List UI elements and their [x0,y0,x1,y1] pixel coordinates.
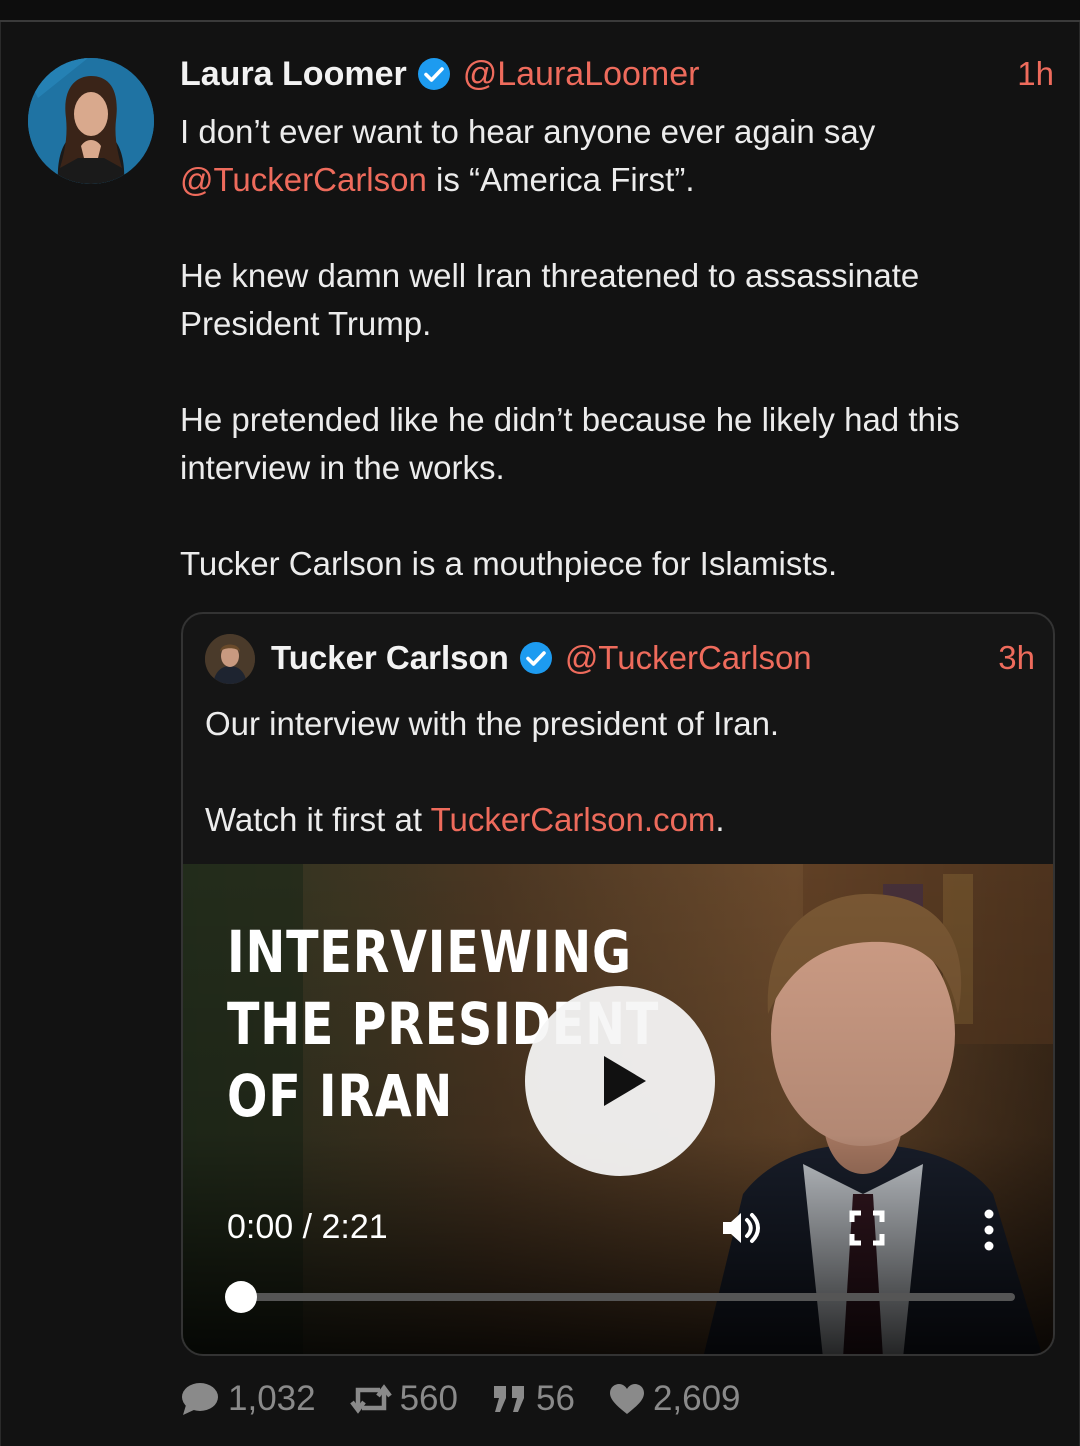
quoted-author-handle[interactable]: @TuckerCarlson [565,639,812,677]
play-button[interactable] [525,986,715,1176]
repost-icon [349,1384,392,1414]
mention-link[interactable]: @TuckerCarlson [180,161,427,198]
like-stat[interactable]: 2,609 [609,1379,741,1419]
quoted-author-avatar[interactable] [205,634,255,684]
quoted-post-time[interactable]: 3h [998,639,1035,677]
volume-icon[interactable] [719,1206,763,1250]
post-text-line: I don’t ever want to hear anyone ever ag… [180,113,876,150]
quoted-paragraph-2: Watch it first at TuckerCarlson.com. [205,796,1035,844]
quoted-paragraph-1: Our interview with the president of Iran… [205,705,780,742]
quoted-post-header: Tucker Carlson @TuckerCarlson 3h [271,636,1035,680]
post-paragraph-2: He knew damn well Iran threatened to ass… [180,257,920,342]
post-paragraph-4: Tucker Carlson is a mouthpiece for Islam… [180,545,838,582]
author-avatar[interactable] [28,58,154,184]
verified-check-icon [417,57,451,91]
quote-icon [494,1386,524,1412]
heart-icon [609,1384,644,1414]
quote-count: 56 [536,1379,575,1418]
video-progress-bar[interactable] [241,1293,1015,1301]
like-count: 2,609 [652,1379,741,1418]
video-title-line: INTERVIEWING [227,918,632,986]
post-header: Laura Loomer @LauraLoomer 1h [180,52,1054,96]
author-name[interactable]: Laura Loomer [180,55,407,94]
repost-stat[interactable]: 560 [349,1379,458,1419]
quote-stat[interactable]: 56 [492,1379,575,1419]
post-paragraph-3: He pretended like he didn’t because he l… [180,401,960,486]
reply-count: 1,032 [228,1379,316,1418]
more-vertical-icon[interactable] [979,1208,999,1252]
post-time[interactable]: 1h [1017,55,1054,93]
video-progress-knob[interactable] [225,1281,257,1313]
quoted-text: . [715,801,725,838]
quoted-text: Watch it first at [205,801,431,838]
quoted-author-name[interactable]: Tucker Carlson [271,639,509,677]
engagement-bar: 1,032 560 56 2,609 [180,1374,775,1424]
video-player[interactable]: INTERVIEWING THE PRESIDENT OF IRAN 0:00 … [183,864,1053,1354]
external-link[interactable]: TuckerCarlson.com [431,801,716,838]
author-handle[interactable]: @LauraLoomer [463,55,700,94]
video-time: 0:00 / 2:21 [227,1208,388,1246]
top-divider [0,0,1080,22]
comment-bubble-icon [182,1383,218,1415]
fullscreen-icon[interactable] [849,1210,885,1246]
verified-check-icon [519,641,553,675]
quoted-post-card[interactable]: Tucker Carlson @TuckerCarlson 3h Our int… [181,612,1055,1356]
repost-count: 560 [399,1379,458,1418]
reply-stat[interactable]: 1,032 [180,1379,316,1419]
post-body: I don’t ever want to hear anyone ever ag… [180,108,1054,636]
post-text-line: is “America First”. [426,161,695,198]
post-paragraph-1: I don’t ever want to hear anyone ever ag… [180,108,1054,204]
